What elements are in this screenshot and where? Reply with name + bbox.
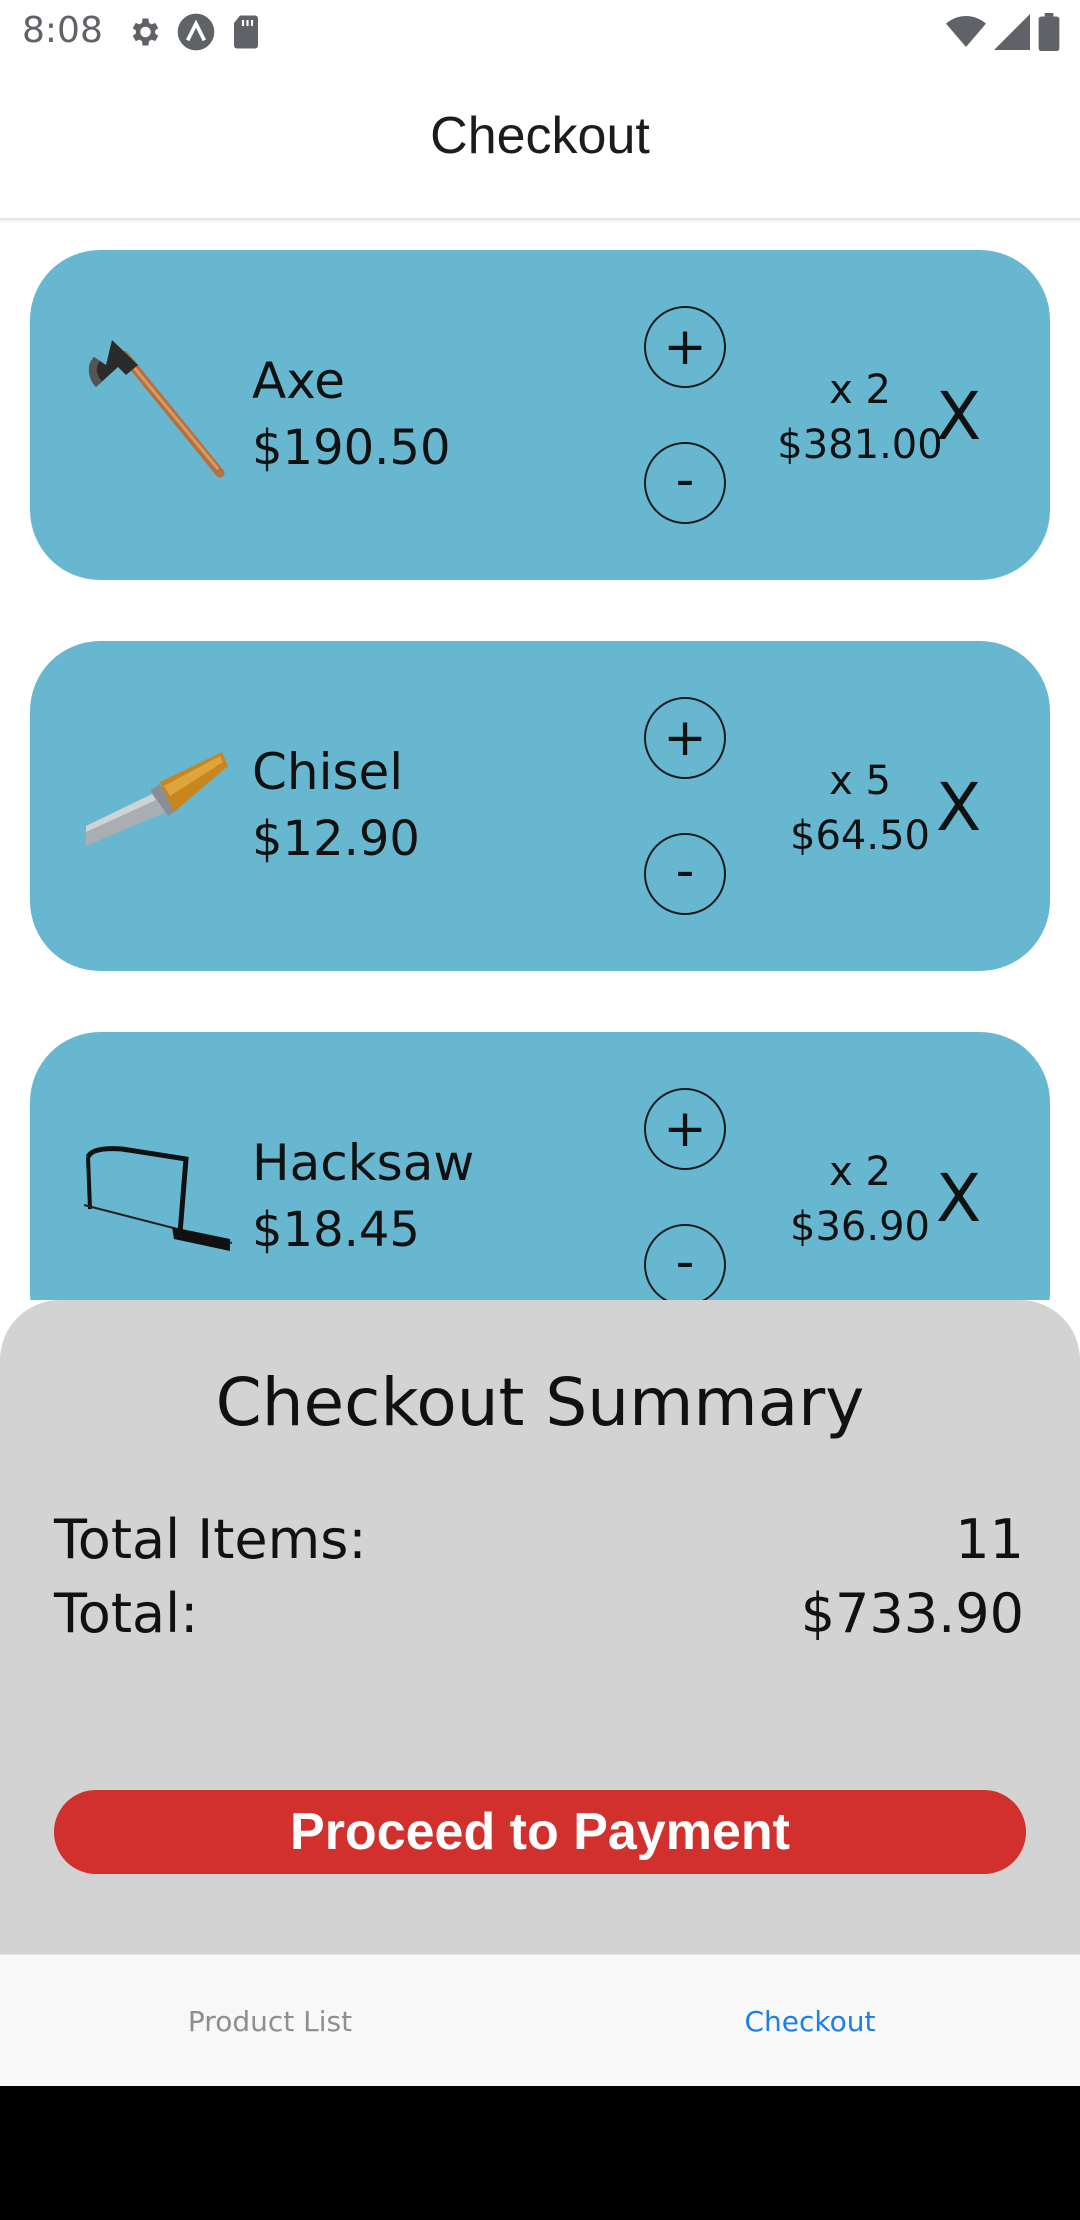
axe-icon [82,335,232,485]
item-price: $12.90 [252,811,420,867]
increase-quantity-button[interactable]: + [644,697,726,779]
item-price: $190.50 [252,420,451,476]
cell-signal-icon [994,13,1030,55]
status-bar: 8:08 [0,0,1080,66]
app-header: Checkout [0,66,1080,220]
cart-item-chisel: Chisel $12.90 + - x 5 $64.50 X [30,641,1050,971]
minus-icon: - [675,841,695,901]
sd-card-icon [230,14,262,55]
wifi-icon [946,14,986,55]
minus-icon: - [675,450,695,510]
minus-icon: - [675,1232,695,1292]
total-value: $733.90 [800,1582,1024,1645]
increase-quantity-button[interactable]: + [644,1088,726,1170]
decrease-quantity-button[interactable]: - [644,1224,726,1300]
cart-item-axe: Axe $190.50 + - x 2 $381.00 X [30,250,1050,580]
remove-item-button[interactable]: X [936,769,981,846]
tab-product-list[interactable]: Product List [0,1955,540,2087]
total-items-label: Total Items: [54,1508,367,1571]
total-items-value: 11 [955,1508,1024,1571]
bottom-nav: Product List Checkout [0,1954,1080,2086]
item-name: Hacksaw [252,1134,475,1192]
proceed-to-payment-button[interactable]: Proceed to Payment [54,1790,1026,1874]
plus-icon: + [663,708,707,768]
item-name: Chisel [252,743,404,801]
checkout-summary: Checkout Summary Total Items: 11 Total: … [0,1300,1080,1954]
expo-icon [176,12,216,57]
tab-checkout[interactable]: Checkout [540,1955,1080,2087]
total-label: Total: [54,1582,199,1645]
cart-list[interactable]: Axe $190.50 + - x 2 $381.00 X Chisel $12… [0,222,1080,1300]
plus-icon: + [663,1099,707,1159]
system-navigation-bar [0,2086,1080,2220]
item-name: Axe [252,352,346,410]
status-time: 8:08 [22,10,103,51]
increase-quantity-button[interactable]: + [644,306,726,388]
tab-label: Product List [187,2004,353,2038]
decrease-quantity-button[interactable]: - [644,833,726,915]
plus-icon: + [663,317,707,377]
gear-icon [126,14,162,55]
tab-label: Checkout [744,2004,876,2038]
chisel-icon [82,726,232,876]
cart-item-hacksaw: Hacksaw $18.45 + - x 2 $36.90 X [30,1032,1050,1300]
remove-item-button[interactable]: X [936,378,981,455]
remove-item-button[interactable]: X [936,1160,981,1237]
item-price: $18.45 [252,1202,420,1258]
decrease-quantity-button[interactable]: - [644,442,726,524]
summary-title: Checkout Summary [215,1364,865,1441]
hacksaw-icon [82,1117,233,1267]
page-title: Checkout [430,107,650,165]
battery-icon [1038,12,1060,56]
